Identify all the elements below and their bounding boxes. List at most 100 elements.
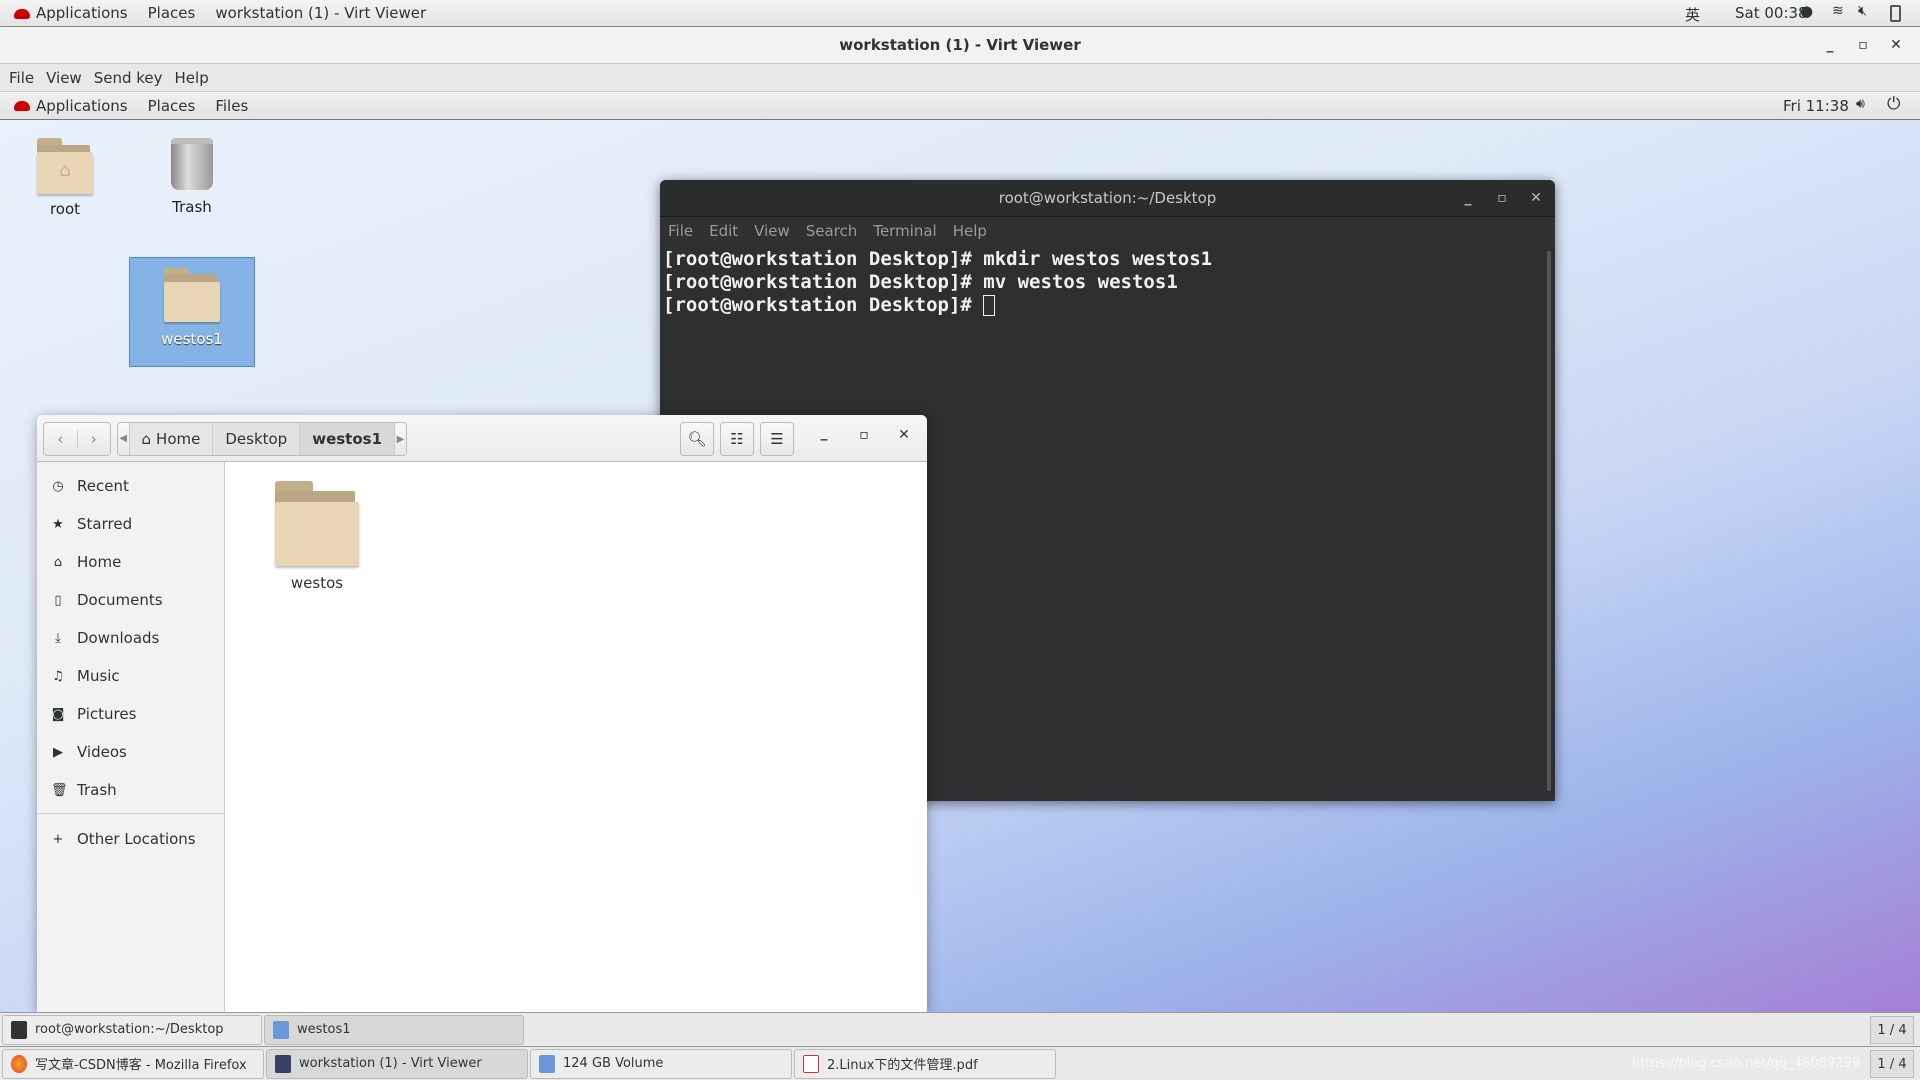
task-firefox[interactable]: 写文章-CSDN博客 - Mozilla Firefox — [2, 1048, 264, 1079]
battery-icon[interactable] — [1890, 5, 1901, 22]
breadcrumb-home[interactable]: ⌂ Home — [129, 423, 214, 455]
guest-clock[interactable]: Fri 11:38 — [1783, 97, 1849, 115]
sidebar-label: Trash — [77, 781, 117, 799]
sidebar-label: Starred — [77, 515, 133, 533]
home-folder-icon: ⌂ — [37, 138, 93, 194]
sidebar-item-recent[interactable]: ◷ Recent — [37, 467, 224, 505]
host-window-menu[interactable]: workstation (1) - Virt Viewer — [215, 4, 426, 22]
volume-muted-icon[interactable]: 🔇︎ — [1858, 3, 1867, 19]
minimize-button[interactable]: _ — [809, 425, 839, 441]
video-icon: ▶ — [53, 744, 63, 760]
guest-taskbar: root@workstation:~/Desktop westos1 1 / 4 — [0, 1012, 1920, 1046]
terminal-menu-bar: File Edit View Search Terminal Help — [660, 217, 1555, 245]
search-icon: 🔍︎ — [687, 430, 707, 448]
scrollbar[interactable] — [1547, 251, 1551, 791]
sidebar-item-videos[interactable]: ▶ Videos — [37, 733, 224, 771]
menu-help[interactable]: Help — [175, 69, 209, 87]
menu-send-key[interactable]: Send key — [94, 69, 163, 87]
task-virt-viewer[interactable]: workstation (1) - Virt Viewer — [266, 1048, 528, 1079]
guest-places-menu[interactable]: Places — [148, 97, 196, 115]
task-volume[interactable]: 124 GB Volume — [530, 1048, 792, 1079]
breadcrumb-desktop[interactable]: Desktop — [213, 423, 301, 455]
search-button[interactable]: 🔍︎ — [680, 422, 714, 456]
sidebar-item-music[interactable]: ♫ Music — [37, 657, 224, 695]
desktop-icon-trash[interactable]: Trash — [129, 138, 255, 216]
maximize-button[interactable]: ▫ — [1848, 27, 1878, 64]
menu-help[interactable]: Help — [953, 222, 987, 240]
sidebar-item-downloads[interactable]: ⤓ Downloads — [37, 619, 224, 657]
guest-files-menu[interactable]: Files — [215, 97, 248, 115]
guest-applications-menu[interactable]: Applications — [14, 97, 128, 115]
sidebar-label: Pictures — [77, 705, 137, 723]
star-icon: ★ — [52, 516, 64, 532]
places-sidebar: ◷ Recent ★ Starred ⌂ Home ▯ Documents ⤓ Downl… — [37, 462, 225, 1012]
menu-search[interactable]: Search — [806, 222, 858, 240]
terminal-title-bar[interactable]: root@workstation:~/Desktop _ ▫ ✕ — [660, 180, 1555, 217]
host-clock[interactable]: Sat 00:38 — [1735, 4, 1808, 22]
host-applications-menu[interactable]: Applications — [14, 4, 128, 22]
sidebar-item-home[interactable]: ⌂ Home — [37, 543, 224, 581]
sidebar-label: Videos — [77, 743, 127, 761]
view-toggle-button[interactable]: ☷ — [720, 422, 754, 456]
icon-label: Trash — [172, 198, 212, 216]
sidebar-item-documents[interactable]: ▯ Documents — [37, 581, 224, 619]
minimize-button[interactable]: _ — [1815, 27, 1845, 64]
task-terminal[interactable]: root@workstation:~/Desktop — [2, 1014, 262, 1045]
breadcrumb-right-arrow[interactable]: ▶ — [395, 434, 406, 445]
sidebar-item-trash[interactable]: 🗑︎ Trash — [37, 771, 224, 809]
file-manager-window[interactable]: ‹ › ◀ ⌂ Home Desktop westos1 ▶ 🔍︎ ☷ ☰ _ ▫… — [37, 415, 927, 1012]
text-cursor — [983, 295, 996, 316]
desktop-icon-westos1[interactable]: westos1 — [129, 257, 255, 367]
clock-icon: ◷ — [52, 478, 64, 494]
maximize-button[interactable]: ▫ — [1487, 180, 1517, 217]
task-westos1[interactable]: westos1 — [264, 1014, 524, 1045]
menu-terminal[interactable]: Terminal — [873, 222, 936, 240]
file-item-westos[interactable]: westos — [262, 481, 372, 592]
sidebar-item-starred[interactable]: ★ Starred — [37, 505, 224, 543]
breadcrumb-left-arrow[interactable]: ◀ — [118, 423, 130, 455]
monitor-icon — [275, 1054, 291, 1073]
sidebar-item-pictures[interactable]: ◙ Pictures — [37, 695, 224, 733]
close-button[interactable]: ✕ — [1881, 27, 1911, 64]
sidebar-item-other-locations[interactable]: + Other Locations — [37, 820, 224, 858]
menu-view[interactable]: View — [754, 222, 790, 240]
terminal-line: [root@workstation Desktop]# mkdir westos… — [663, 248, 1213, 270]
terminal-prompt-line: [root@workstation Desktop]# — [663, 294, 1552, 317]
wifi-icon[interactable]: ≋ — [1832, 3, 1844, 19]
redhat-icon — [14, 8, 30, 19]
forward-button[interactable]: › — [78, 430, 111, 448]
sidebar-label: Documents — [77, 591, 163, 609]
hamburger-icon: ☰ — [770, 430, 784, 448]
task-label: westos1 — [297, 1022, 351, 1037]
sidebar-label: Home — [77, 553, 122, 571]
menu-file[interactable]: File — [9, 69, 34, 87]
desktop-icon-root[interactable]: ⌂ root — [2, 138, 128, 218]
menu-button[interactable]: ☰ — [760, 422, 794, 456]
sidebar-label: Downloads — [77, 629, 160, 647]
menu-view[interactable]: View — [46, 69, 82, 87]
folder-icon — [164, 268, 220, 322]
menu-edit[interactable]: Edit — [709, 222, 738, 240]
task-label: 2.Linux下的文件管理.pdf — [827, 1058, 978, 1073]
workspace-pager[interactable]: 1 / 4 — [1870, 1015, 1914, 1044]
task-pdf[interactable]: 2.Linux下的文件管理.pdf — [794, 1048, 1056, 1079]
host-places-menu[interactable]: Places — [148, 4, 196, 22]
maximize-button[interactable]: ▫ — [849, 427, 879, 443]
menu-file[interactable]: File — [668, 222, 693, 240]
power-icon[interactable]: ⏻ — [1887, 94, 1900, 114]
minimize-button[interactable]: _ — [1453, 180, 1483, 217]
viewer-title: workstation (1) - Virt Viewer — [839, 36, 1081, 54]
workspace-pager[interactable]: 1 / 4 — [1870, 1049, 1914, 1078]
breadcrumb: ◀ ⌂ Home Desktop westos1 ▶ — [117, 422, 407, 456]
host-taskbar: 写文章-CSDN博客 - Mozilla Firefox workstation… — [0, 1046, 1920, 1080]
breadcrumb-westos1[interactable]: westos1 — [300, 423, 396, 455]
plus-icon: + — [52, 831, 64, 847]
home-icon: ⌂ — [53, 554, 63, 570]
back-button[interactable]: ‹ — [44, 430, 78, 448]
volume-icon[interactable]: 🔊︎ — [1856, 96, 1865, 112]
close-button[interactable]: ✕ — [1521, 180, 1551, 217]
viewer-title-bar: workstation (1) - Virt Viewer _ ▫ ✕ — [0, 27, 1920, 64]
input-method-indicator[interactable]: 英 — [1685, 4, 1700, 25]
close-button[interactable]: ✕ — [889, 427, 919, 443]
music-icon: ♫ — [52, 668, 64, 684]
